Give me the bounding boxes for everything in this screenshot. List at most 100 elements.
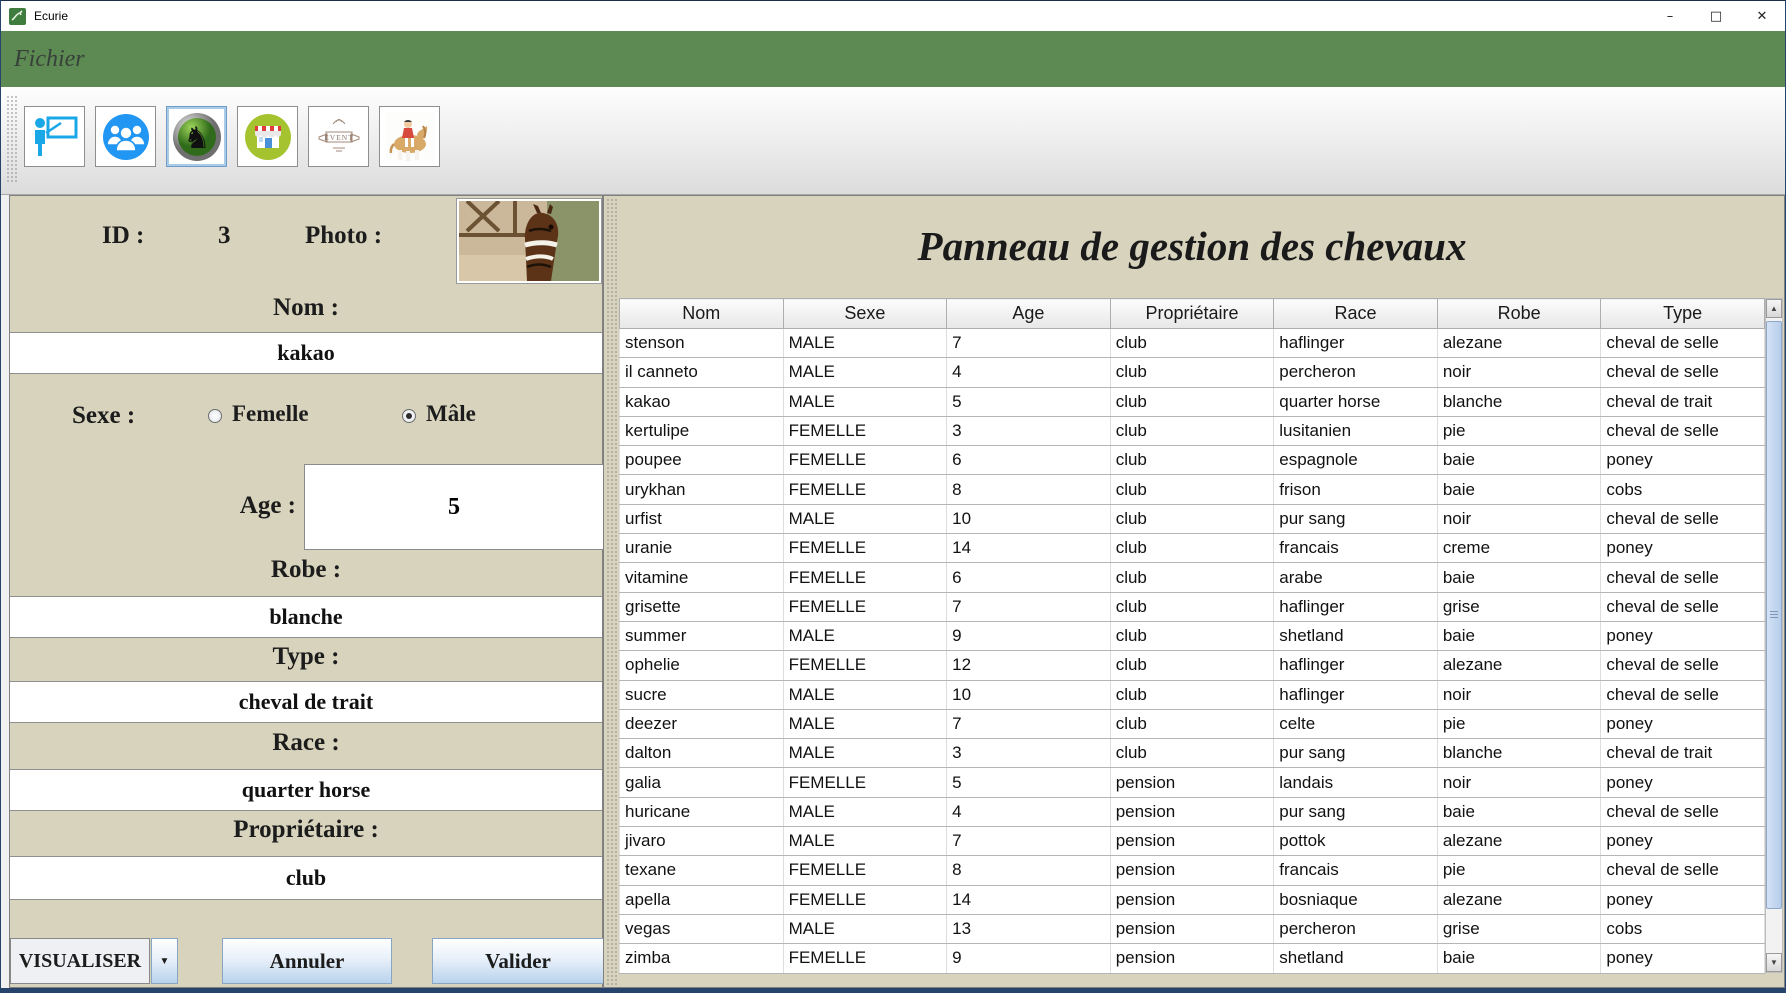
radio-male[interactable] [402,409,416,423]
table-cell[interactable]: poney [1601,709,1765,738]
table-cell[interactable]: club [1110,329,1274,358]
race-field[interactable]: quarter horse [10,769,602,811]
table-cell[interactable]: club [1110,739,1274,768]
table-cell[interactable]: pur sang [1274,739,1438,768]
table-cell[interactable]: haflinger [1274,592,1438,621]
table-cell[interactable]: alezane [1437,651,1601,680]
table-cell[interactable]: deezer [620,709,784,738]
table-cell[interactable]: vitamine [620,563,784,592]
table-cell[interactable]: club [1110,680,1274,709]
table-cell[interactable]: club [1110,563,1274,592]
table-cell[interactable]: baie [1437,446,1601,475]
proprietaire-field[interactable]: club [10,856,602,900]
toolbar-grip[interactable] [6,95,17,184]
table-cell[interactable]: jivaro [620,827,784,856]
visualiser-arrow-button[interactable]: ▼ [151,938,178,984]
table-cell[interactable]: club [1110,416,1274,445]
table-cell[interactable]: francais [1274,856,1438,885]
table-cell[interactable]: club [1110,592,1274,621]
table-cell[interactable]: pension [1110,856,1274,885]
toolbar-button-clients[interactable] [95,106,156,167]
type-field[interactable]: cheval de trait [10,681,602,723]
table-cell[interactable]: FEMELLE [783,651,947,680]
table-cell[interactable]: 6 [947,563,1111,592]
column-header[interactable]: Age [947,299,1111,329]
maximize-button[interactable]: □ [1693,1,1739,31]
table-cell[interactable]: 5 [947,387,1111,416]
table-row[interactable]: sucreMALE10clubhaflingernoircheval de se… [620,680,1765,709]
table-row[interactable]: grisetteFEMELLE7clubhaflingergrisecheval… [620,592,1765,621]
table-cell[interactable]: club [1110,709,1274,738]
table-cell[interactable]: baie [1437,475,1601,504]
table-row[interactable]: huricaneMALE4pensionpur sangbaiecheval d… [620,797,1765,826]
table-cell[interactable]: 12 [947,651,1111,680]
table-cell[interactable]: haflinger [1274,680,1438,709]
table-cell[interactable]: 7 [947,592,1111,621]
scrollbar-track[interactable] [1766,318,1782,953]
table-cell[interactable]: 3 [947,739,1111,768]
table-cell[interactable]: poney [1601,534,1765,563]
table-cell[interactable]: poupee [620,446,784,475]
toolbar-button-shop[interactable] [237,106,298,167]
table-cell[interactable]: cheval de trait [1601,387,1765,416]
toolbar-button-riders[interactable] [379,106,440,167]
table-cell[interactable]: MALE [783,797,947,826]
table-cell[interactable]: cobs [1601,475,1765,504]
table-cell[interactable]: grisette [620,592,784,621]
table-row[interactable]: kertulipeFEMELLE3clublusitanienpiecheval… [620,416,1765,445]
table-cell[interactable]: FEMELLE [783,768,947,797]
table-cell[interactable]: baie [1437,944,1601,973]
table-cell[interactable]: pension [1110,914,1274,943]
table-cell[interactable]: MALE [783,709,947,738]
table-row[interactable]: ophelieFEMELLE12clubhaflingeralezanechev… [620,651,1765,680]
table-cell[interactable]: club [1110,651,1274,680]
table-cell[interactable]: poney [1601,621,1765,650]
scrollbar-thumb[interactable] [1766,321,1782,909]
table-cell[interactable]: cheval de selle [1601,358,1765,387]
table-cell[interactable]: cheval de selle [1601,504,1765,533]
table-cell[interactable]: noir [1437,768,1601,797]
table-cell[interactable]: FEMELLE [783,446,947,475]
table-cell[interactable]: pottok [1274,827,1438,856]
table-cell[interactable]: 4 [947,358,1111,387]
valider-button[interactable]: Valider [432,938,604,984]
nom-field[interactable]: kakao [10,332,602,374]
table-row[interactable]: kakaoMALE5clubquarter horseblanchecheval… [620,387,1765,416]
table-cell[interactable]: cheval de trait [1601,739,1765,768]
table-cell[interactable]: celte [1274,709,1438,738]
table-cell[interactable]: quarter horse [1274,387,1438,416]
table-row[interactable]: poupeeFEMELLE6clubespagnolebaieponey [620,446,1765,475]
menu-fichier[interactable]: Fichier [14,46,85,73]
table-cell[interactable]: noir [1437,358,1601,387]
table-cell[interactable]: baie [1437,797,1601,826]
table-cell[interactable]: grise [1437,592,1601,621]
table-cell[interactable]: haflinger [1274,329,1438,358]
table-cell[interactable]: urykhan [620,475,784,504]
scroll-up-button[interactable]: ▲ [1766,299,1782,318]
table-cell[interactable]: MALE [783,680,947,709]
table-cell[interactable]: landais [1274,768,1438,797]
table-cell[interactable]: alezane [1437,827,1601,856]
table-cell[interactable]: poney [1601,827,1765,856]
table-row[interactable]: il cannetoMALE4clubpercheronnoircheval d… [620,358,1765,387]
table-cell[interactable]: MALE [783,914,947,943]
table-row[interactable]: deezerMALE7clubceltepieponey [620,709,1765,738]
table-cell[interactable]: summer [620,621,784,650]
table-cell[interactable]: 4 [947,797,1111,826]
toolbar-button-trainer[interactable] [24,106,85,167]
table-cell[interactable]: creme [1437,534,1601,563]
age-field[interactable]: 5 [304,464,604,550]
table-cell[interactable]: shetland [1274,944,1438,973]
scroll-down-button[interactable]: ▼ [1766,953,1782,972]
table-cell[interactable]: pension [1110,797,1274,826]
table-cell[interactable]: club [1110,621,1274,650]
table-cell[interactable]: noir [1437,680,1601,709]
table-cell[interactable]: cheval de selle [1601,651,1765,680]
table-cell[interactable]: club [1110,475,1274,504]
table-cell[interactable]: cheval de selle [1601,797,1765,826]
toolbar-button-events[interactable]: EVENT [308,106,369,167]
table-row[interactable]: daltonMALE3clubpur sangblanchecheval de … [620,739,1765,768]
table-cell[interactable]: 7 [947,329,1111,358]
table-cell[interactable]: 14 [947,534,1111,563]
table-cell[interactable]: 6 [947,446,1111,475]
